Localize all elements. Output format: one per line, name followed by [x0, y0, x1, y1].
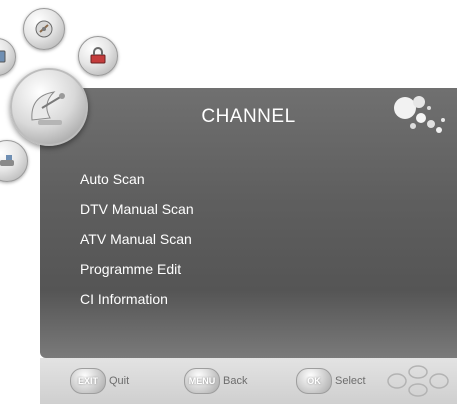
decorative-bubbles-icon [394, 96, 445, 133]
satellite-dish-icon [31, 91, 65, 125]
back-hint[interactable]: MENU Back [184, 368, 247, 394]
category-picture-icon[interactable] [0, 38, 16, 76]
footer-hint-bar: EXIT Quit MENU Back OK Select [40, 358, 457, 404]
menu-item-auto-scan[interactable]: Auto Scan [80, 164, 194, 194]
ok-key-icon: OK [296, 368, 332, 394]
menu-item-dtv-manual-scan[interactable]: DTV Manual Scan [80, 194, 194, 224]
exit-key-icon: EXIT [70, 368, 106, 394]
quit-label: Quit [109, 375, 130, 387]
category-satellite-dish-icon[interactable] [10, 68, 88, 146]
channel-menu-panel: CHANNEL Auto Scan DTV Manual Scan ATV Ma… [40, 88, 457, 358]
select-label: Select [335, 375, 366, 387]
lock-icon [90, 47, 106, 64]
dpad-icon [387, 365, 449, 397]
picture-icon [0, 50, 6, 63]
menu-key-icon: MENU [184, 368, 220, 394]
menu-item-ci-information[interactable]: CI Information [80, 284, 194, 314]
sound-icon [35, 20, 53, 38]
menu-item-atv-manual-scan[interactable]: ATV Manual Scan [80, 224, 194, 254]
menu-item-programme-edit[interactable]: Programme Edit [80, 254, 194, 284]
setup-icon [0, 155, 14, 166]
category-sound-icon[interactable] [23, 8, 65, 50]
quit-hint[interactable]: EXIT Quit [70, 368, 129, 394]
channel-menu-list: Auto Scan DTV Manual Scan ATV Manual Sca… [80, 164, 194, 314]
back-label: Back [223, 375, 248, 387]
category-lock-icon[interactable] [78, 36, 118, 76]
category-setup-icon[interactable] [0, 140, 28, 182]
select-hint[interactable]: OK Select [296, 368, 366, 394]
